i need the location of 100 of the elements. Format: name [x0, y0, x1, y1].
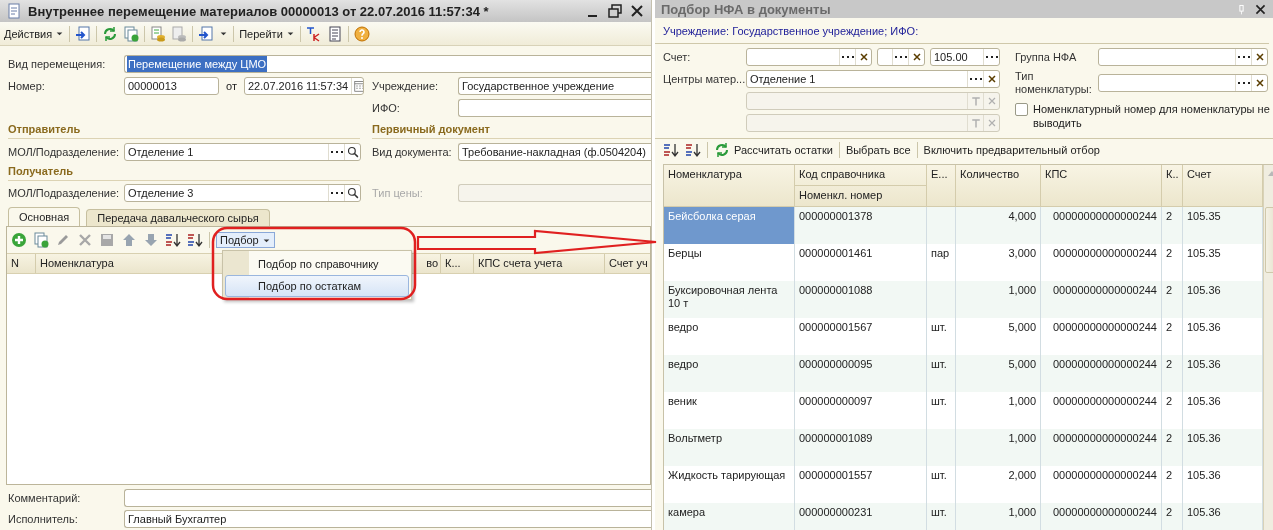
input-field[interactable]: Государственное учреждение: [458, 77, 651, 95]
text-type-icon: [969, 117, 982, 129]
menu-item[interactable]: Подбор по остаткам: [225, 275, 409, 297]
checkbox-label: Номенклатурный номер для номенклатуры не выводить: [1033, 102, 1270, 130]
copy-icon[interactable]: [123, 25, 140, 42]
table-cell[interactable]: Буксировочная лента 10 т: [664, 281, 795, 318]
column-header[interactable]: КПС счета учета: [474, 254, 605, 273]
tab[interactable]: Основная: [8, 207, 81, 226]
choose-button[interactable]: [983, 49, 999, 65]
actions-menu[interactable]: Действия: [4, 27, 65, 40]
input-field[interactable]: [458, 184, 651, 202]
input-field[interactable]: Отделение 3: [124, 184, 361, 202]
section-heading: Первичный документ: [372, 121, 651, 139]
caret-icon[interactable]: [219, 29, 229, 38]
field-label: Комментарий:: [8, 492, 82, 504]
column-header[interactable]: К...: [441, 254, 474, 273]
input-field[interactable]: [877, 48, 925, 66]
clear-button[interactable]: [855, 49, 871, 65]
document-coins-icon[interactable]: [171, 25, 188, 42]
choose-button[interactable]: [328, 185, 344, 201]
add-icon[interactable]: [11, 232, 27, 248]
column-header[interactable]: Код справочника: [795, 165, 926, 186]
clear-icon: [1253, 51, 1266, 63]
sort-ascending-icon[interactable]: [165, 232, 181, 248]
table-cell: 5,000: [956, 355, 1041, 392]
input-field[interactable]: [746, 48, 872, 66]
search-button[interactable]: [344, 144, 360, 160]
toolbar-button[interactable]: Рассчитать остатки: [714, 141, 833, 158]
up-arrow-icon[interactable]: [121, 232, 137, 248]
table-cell: 00000000000000244: [1041, 207, 1162, 244]
input-field[interactable]: Отделение 1: [124, 143, 361, 161]
calendar-button[interactable]: [351, 78, 363, 94]
input-field[interactable]: 00000013: [124, 77, 219, 95]
close-icon[interactable]: [629, 3, 645, 19]
input-field[interactable]: Перемещение между ЦМО: [124, 55, 651, 73]
window-title: Внутреннее перемещение материалов 00000013 от 22.07.2016 11:57:34 *: [28, 3, 490, 19]
field-label: Вид перемещения:: [8, 58, 107, 70]
clear-button[interactable]: [908, 49, 924, 65]
tab[interactable]: Передача давальческого сырья: [86, 209, 270, 226]
sort-descending-icon[interactable]: [685, 141, 701, 158]
table-cell: 000000001088: [795, 281, 927, 318]
clear-button[interactable]: [983, 71, 999, 87]
pick-button[interactable]: Подбор: [216, 232, 275, 248]
input-field[interactable]: Главный Бухгалтер: [124, 510, 651, 528]
window-title: Подбор НФА в документы: [661, 1, 832, 17]
input-field[interactable]: Отделение 1: [746, 70, 1000, 88]
field-label: Вид документа:: [372, 146, 453, 158]
choose-button[interactable]: [967, 71, 983, 87]
down-arrow-icon[interactable]: [143, 232, 159, 248]
choose-button[interactable]: [1235, 75, 1251, 91]
calendar-icon: [353, 80, 363, 92]
field-label: Исполнитель:: [8, 513, 79, 525]
clear-icon: [985, 73, 998, 85]
choose-button[interactable]: [839, 49, 855, 65]
input-field[interactable]: [124, 489, 651, 507]
search-button[interactable]: [344, 185, 360, 201]
column-header[interactable]: N: [7, 254, 36, 273]
table-cell: 1,000: [956, 429, 1041, 466]
input-field[interactable]: 105.00: [930, 48, 1000, 66]
document-coins-icon[interactable]: [150, 25, 167, 42]
table-cell[interactable]: Вольтметр: [664, 429, 795, 466]
text-type-icon: [969, 95, 982, 107]
goto-menu[interactable]: Перейти: [239, 27, 295, 40]
restore-icon[interactable]: [607, 3, 623, 19]
clear-button[interactable]: [1251, 49, 1267, 65]
input-field[interactable]: [1098, 74, 1268, 92]
toolbar-button[interactable]: Выбрать все: [845, 143, 911, 156]
date-field[interactable]: 22.07.2016 11:57:34: [244, 77, 364, 95]
choose-button[interactable]: [1235, 49, 1251, 65]
table-cell: 00000000000000244: [1041, 355, 1162, 392]
input-field[interactable]: Требование-накладная (ф.0504204): [458, 143, 651, 161]
refresh-icon[interactable]: [102, 25, 119, 42]
table-cell: 2: [1162, 355, 1183, 392]
search-icon: [346, 187, 359, 199]
table-cell: 00000000000000244: [1041, 281, 1162, 318]
clear-icon: [857, 51, 870, 63]
ledger-icon[interactable]: [305, 25, 322, 42]
table-cell[interactable]: ведро: [664, 355, 795, 392]
input-field[interactable]: [458, 99, 651, 117]
table-cell[interactable]: камера: [664, 503, 795, 530]
pencil-icon[interactable]: [55, 232, 71, 248]
caret-icon: [285, 29, 295, 38]
clear-button[interactable]: [1251, 75, 1267, 91]
choose-button[interactable]: [328, 144, 344, 160]
close-icon[interactable]: [1254, 2, 1267, 16]
list-icon[interactable]: [326, 25, 343, 42]
sort-ascending-icon[interactable]: [663, 141, 679, 158]
copy-icon[interactable]: [33, 232, 49, 248]
table-cell: 00000000000000244: [1041, 429, 1162, 466]
save-icon[interactable]: [99, 232, 115, 248]
column-header[interactable]: Номенкл. номер: [795, 186, 926, 207]
toolbar-button[interactable]: Включить предварительный отбор: [923, 143, 1100, 156]
table-cell: 2: [1162, 207, 1183, 244]
column-header[interactable]: Счет уч: [605, 254, 650, 273]
checkbox[interactable]: [1015, 103, 1028, 116]
input-field[interactable]: [1098, 48, 1268, 66]
delete-icon[interactable]: [77, 232, 93, 248]
choose-button[interactable]: [892, 49, 908, 65]
sort-descending-icon[interactable]: [187, 232, 203, 248]
help-icon[interactable]: [353, 25, 370, 42]
